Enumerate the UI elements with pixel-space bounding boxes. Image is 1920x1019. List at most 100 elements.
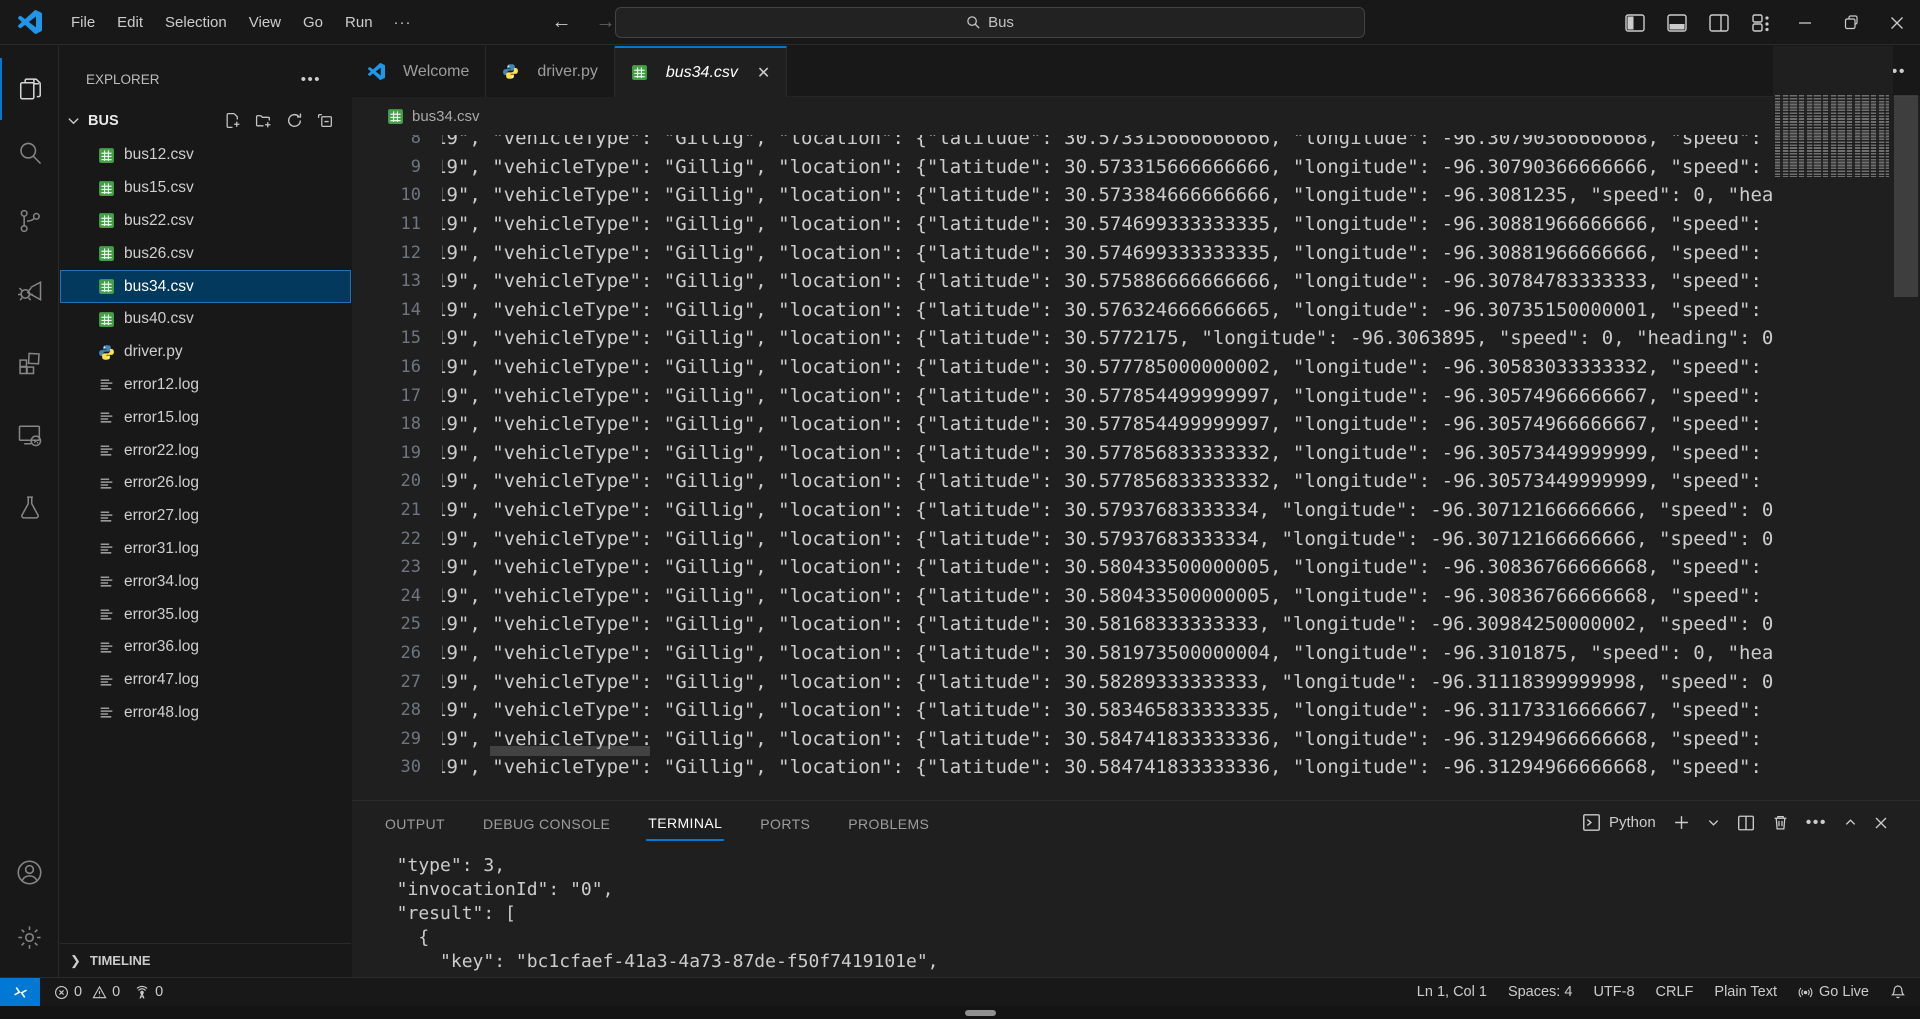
code-line-12[interactable]: 12 19", "vehicleType": "Gillig", "locatio…	[352, 238, 1773, 267]
customize-layout-icon[interactable]	[1750, 12, 1772, 34]
code-line-15[interactable]: 15 19", "vehicleType": "Gillig", "locatio…	[352, 324, 1773, 353]
toggle-panel-icon[interactable]	[1666, 12, 1688, 34]
file-item-bus22.csv[interactable]: bus22.csv	[60, 205, 351, 238]
terminal-shell-badge[interactable]: Python	[1582, 813, 1656, 832]
toggle-sidebar-icon[interactable]	[1624, 12, 1646, 34]
terminal-output[interactable]: "type": 3, "invocationId": "0", "result"…	[375, 854, 939, 974]
sidebar-item-remote-explorer[interactable]	[0, 404, 59, 466]
file-item-bus26.csv[interactable]: bus26.csv	[60, 237, 351, 270]
code-line-11[interactable]: 11 19", "vehicleType": "Gillig", "locatio…	[352, 210, 1773, 239]
close-window-button[interactable]	[1874, 0, 1920, 45]
menu-edit[interactable]: Edit	[106, 10, 154, 35]
menu-view[interactable]: View	[238, 10, 292, 35]
menu-go[interactable]: Go	[292, 10, 334, 35]
command-center-search[interactable]: Bus	[615, 7, 1365, 38]
code-line-14[interactable]: 14 19", "vehicleType": "Gillig", "locatio…	[352, 296, 1773, 325]
file-item-error15.log[interactable]: error15.log	[60, 401, 351, 434]
account-button[interactable]	[0, 841, 59, 903]
menu-run[interactable]: Run	[334, 10, 384, 35]
settings-gear-icon[interactable]	[0, 906, 59, 968]
status-plain-text[interactable]: Plain Text	[1714, 984, 1777, 1000]
code-line-17[interactable]: 17 19", "vehicleType": "Gillig", "locatio…	[352, 381, 1773, 410]
code-line-30[interactable]: 30 19", "vehicleType": "Gillig", "locatio…	[352, 753, 1773, 782]
code-line-20[interactable]: 20 19", "vehicleType": "Gillig", "locatio…	[352, 467, 1773, 496]
code-line-22[interactable]: 22 19", "vehicleType": "Gillig", "locatio…	[352, 524, 1773, 553]
minimize-button[interactable]	[1782, 0, 1828, 45]
code-line-13[interactable]: 13 19", "vehicleType": "Gillig", "locatio…	[352, 267, 1773, 296]
explorer-more-actions-button[interactable]: •••	[301, 71, 321, 88]
file-item-bus40.csv[interactable]: bus40.csv	[60, 303, 351, 336]
code-line-8[interactable]: 8 19", "vehicleType": "Gillig", "location…	[352, 135, 1773, 153]
code-line-16[interactable]: 16 19", "vehicleType": "Gillig", "locatio…	[352, 353, 1773, 382]
file-item-bus15.csv[interactable]: bus15.csv	[60, 172, 351, 205]
menu-overflow-button[interactable]: ···	[384, 10, 422, 35]
breadcrumb[interactable]: bus34.csv	[352, 97, 1920, 135]
restore-button[interactable]	[1828, 0, 1874, 45]
kill-terminal-icon[interactable]	[1772, 814, 1789, 831]
code-line-26[interactable]: 26 19", "vehicleType": "Gillig", "locatio…	[352, 639, 1773, 668]
sidebar-item-run-debug[interactable]	[0, 260, 59, 322]
collapse-folders-icon[interactable]	[317, 112, 334, 129]
sidebar-item-explorer[interactable]	[0, 58, 59, 120]
status-spaces-4[interactable]: Spaces: 4	[1508, 984, 1573, 1000]
status-utf-8[interactable]: UTF-8	[1593, 984, 1634, 1000]
remote-indicator[interactable]	[0, 977, 40, 1007]
tab-bus34-csv[interactable]: bus34.csv ✕	[614, 46, 788, 97]
code-line-27[interactable]: 27 19", "vehicleType": "Gillig", "locatio…	[352, 667, 1773, 696]
sidebar-item-search[interactable]	[0, 122, 59, 184]
panel-more-actions-button[interactable]: •••	[1806, 814, 1827, 832]
maximize-panel-icon[interactable]	[1844, 816, 1857, 829]
sidebar-item-testing[interactable]	[0, 476, 59, 538]
breadcrumb-item[interactable]: bus34.csv	[412, 108, 480, 125]
panel-tab-debug-console[interactable]: DEBUG CONSOLE	[481, 806, 612, 840]
tab-driver-py[interactable]: driver.py	[486, 46, 615, 97]
file-item-bus12.csv[interactable]: bus12.csv	[60, 139, 351, 172]
code-line-21[interactable]: 21 19", "vehicleType": "Gillig", "locatio…	[352, 496, 1773, 525]
code-line-19[interactable]: 19 19", "vehicleType": "Gillig", "locatio…	[352, 439, 1773, 468]
close-panel-icon[interactable]	[1874, 816, 1888, 830]
file-item-driver.py[interactable]: driver.py	[60, 336, 351, 369]
refresh-icon[interactable]	[286, 112, 303, 129]
file-item-error22.log[interactable]: error22.log	[60, 434, 351, 467]
panel-tab-ports[interactable]: PORTS	[758, 806, 812, 840]
ports-status[interactable]: 0	[134, 984, 163, 1000]
horizontal-scrollbar[interactable]	[490, 746, 650, 756]
code-line-23[interactable]: 23 19", "vehicleType": "Gillig", "locatio…	[352, 553, 1773, 582]
file-item-error26.log[interactable]: error26.log	[60, 467, 351, 500]
file-item-bus34.csv[interactable]: bus34.csv	[60, 270, 351, 303]
file-item-error47.log[interactable]: error47.log	[60, 664, 351, 697]
nav-back-button[interactable]: ←	[540, 11, 584, 34]
file-item-error34.log[interactable]: error34.log	[60, 565, 351, 598]
menu-file[interactable]: File	[60, 10, 106, 35]
code-line-24[interactable]: 24 19", "vehicleType": "Gillig", "locatio…	[352, 582, 1773, 611]
file-item-error48.log[interactable]: error48.log	[60, 697, 351, 730]
tab-welcome[interactable]: Welcome	[352, 46, 487, 97]
notifications-bell-button[interactable]	[1890, 984, 1906, 1000]
file-item-error36.log[interactable]: error36.log	[60, 631, 351, 664]
panel-tab-problems[interactable]: PROBLEMS	[846, 806, 931, 840]
split-terminal-icon[interactable]	[1737, 814, 1755, 832]
status-go-live[interactable]: Go Live	[1798, 984, 1869, 1000]
vertical-scrollbar[interactable]	[1894, 95, 1918, 297]
folder-header-bus[interactable]: BUS	[60, 104, 351, 137]
code-line-18[interactable]: 18 19", "vehicleType": "Gillig", "locatio…	[352, 410, 1773, 439]
close-tab-icon[interactable]: ✕	[757, 63, 770, 83]
new-terminal-icon[interactable]	[1673, 814, 1690, 831]
file-item-error12.log[interactable]: error12.log	[60, 369, 351, 402]
sidebar-item-source-control[interactable]	[0, 190, 59, 252]
code-line-9[interactable]: 9 19", "vehicleType": "Gillig", "location…	[352, 153, 1773, 182]
status-ln-1-col-1[interactable]: Ln 1, Col 1	[1417, 984, 1487, 1000]
toggle-secondary-sidebar-icon[interactable]	[1708, 12, 1730, 34]
minimap[interactable]	[1773, 46, 1893, 800]
code-editor[interactable]: 8 19", "vehicleType": "Gillig", "location…	[352, 135, 1773, 800]
code-line-28[interactable]: 28 19", "vehicleType": "Gillig", "locatio…	[352, 696, 1773, 725]
panel-tab-terminal[interactable]: TERMINAL	[646, 805, 725, 841]
new-folder-icon[interactable]	[255, 112, 272, 129]
file-item-error27.log[interactable]: error27.log	[60, 500, 351, 533]
panel-tab-output[interactable]: OUTPUT	[383, 806, 447, 840]
terminal-dropdown-icon[interactable]	[1707, 816, 1720, 829]
menu-selection[interactable]: Selection	[154, 10, 238, 35]
code-line-10[interactable]: 10 19", "vehicleType": "Gillig", "locatio…	[352, 181, 1773, 210]
new-file-icon[interactable]	[224, 112, 241, 129]
status-crlf[interactable]: CRLF	[1656, 984, 1694, 1000]
